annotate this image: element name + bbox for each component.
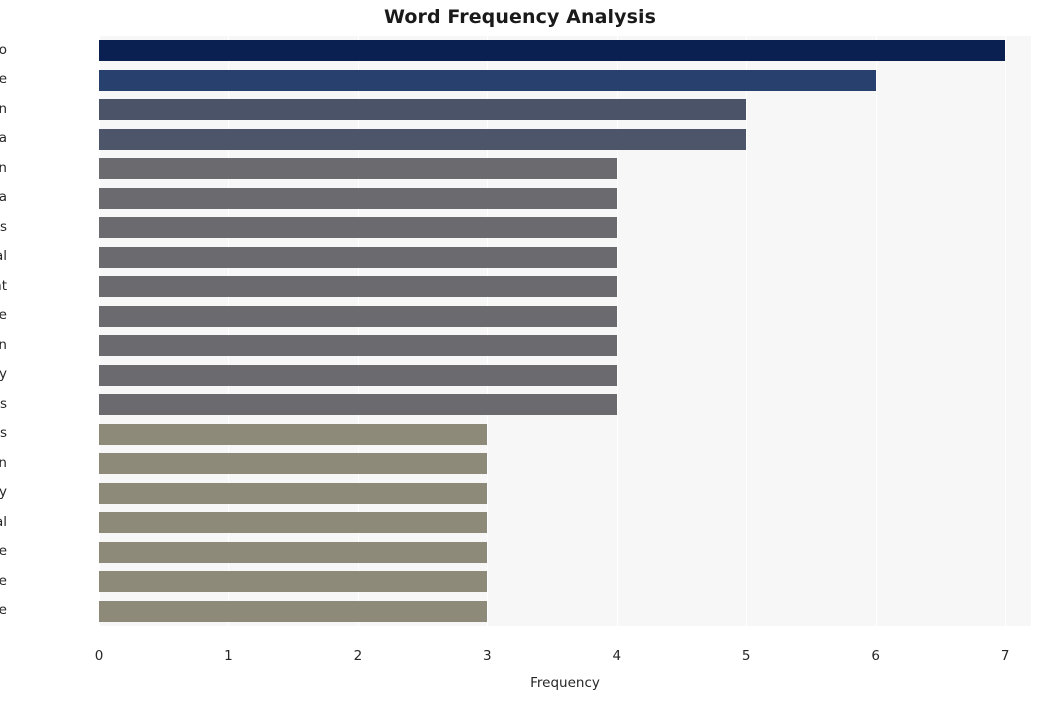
bar-visa[interactable] (99, 187, 617, 209)
x-tick-label-5: 5 (741, 648, 751, 664)
bar-row (99, 600, 1031, 622)
chart-figure: Word Frequency Analysis maduro state venez… (0, 0, 1040, 701)
bar-row (99, 512, 1031, 534)
bar-state[interactable] (99, 69, 876, 91)
gridline-x-2 (357, 36, 359, 626)
bar-row (99, 423, 1031, 445)
bar-row (99, 276, 1031, 298)
bar-venezuela[interactable] (99, 128, 747, 150)
x-tick-label-1: 1 (224, 648, 233, 664)
bar-officials[interactable] (99, 394, 617, 416)
y-tick-label-take: take (0, 307, 7, 324)
bar-maduro[interactable] (99, 40, 1006, 62)
gridline-x-7 (1005, 36, 1007, 626)
bar-row (99, 217, 1031, 239)
bar-row (99, 128, 1031, 150)
bar-people[interactable] (99, 541, 488, 563)
x-tick-label-4: 4 (612, 648, 622, 664)
bar-action[interactable] (99, 335, 617, 357)
y-tick-label-venezuelan: venezuelan (0, 100, 7, 117)
bar-row (99, 69, 1031, 91)
y-tick-label-individuals: individuals (0, 218, 7, 235)
bar-row (99, 335, 1031, 357)
gridline-x-0 (99, 36, 100, 626)
x-axis-label: Frequency (530, 675, 600, 691)
gridline-x-6 (875, 36, 877, 626)
y-tick-label-electoral: electoral (0, 248, 7, 265)
bar-presidential[interactable] (99, 512, 488, 534)
x-tick-label-3: 3 (483, 648, 492, 664)
bar-row (99, 99, 1031, 121)
y-tick-label-people: people (0, 543, 7, 560)
y-tick-label-officials: officials (0, 395, 7, 412)
plot-area (99, 36, 1031, 626)
bar-row (99, 541, 1031, 563)
gridline-x-3 (487, 36, 489, 626)
y-tick-label-include: include (0, 572, 7, 589)
y-tick-label-action: action (0, 336, 7, 353)
chart-title: Word Frequency Analysis (383, 6, 657, 28)
x-tick-label-0: 0 (94, 648, 104, 664)
bar-row (99, 158, 1031, 180)
bar-row (99, 482, 1031, 504)
bar-department[interactable] (99, 276, 617, 298)
bar-row (99, 305, 1031, 327)
y-tick-label-state: state (0, 71, 7, 88)
y-tick-label-treasury: treasury (0, 366, 7, 383)
y-tick-label-align: align (0, 454, 7, 471)
bar-row (99, 453, 1031, 475)
y-tick-label-maduro: maduro (0, 41, 7, 58)
gridline-x-4 (616, 36, 618, 626)
y-tick-label-department: department (0, 277, 7, 294)
bar-take[interactable] (99, 305, 617, 327)
x-tick-label-7: 7 (1000, 648, 1010, 664)
bar-electoral[interactable] (99, 246, 617, 268)
bar-row (99, 364, 1031, 386)
y-tick-label-undermine: undermine (0, 602, 7, 619)
bar-individuals[interactable] (99, 217, 617, 239)
bar-row (99, 394, 1031, 416)
y-tick-label-visa: visa (0, 189, 7, 206)
bar-treasury[interactable] (99, 364, 617, 386)
y-tick-label-presidential: presidential (0, 513, 7, 530)
bar-row (99, 571, 1031, 593)
bar-row (99, 40, 1031, 62)
bar-restrictions[interactable] (99, 423, 488, 445)
bar-sanction[interactable] (99, 158, 617, 180)
x-tick-label-6: 6 (871, 648, 880, 664)
bar-include[interactable] (99, 571, 488, 593)
y-tick-label-sanction: sanction (0, 159, 7, 176)
bar-today[interactable] (99, 482, 488, 504)
y-tick-label-today: today (0, 484, 7, 501)
y-tick-label-restrictions: restrictions (0, 425, 7, 442)
gridline-x-1 (228, 36, 230, 626)
y-tick-label-venezuela: venezuela (0, 130, 7, 147)
gridline-x-5 (746, 36, 748, 626)
bar-undermine[interactable] (99, 600, 488, 622)
bar-venezuelan[interactable] (99, 99, 747, 121)
bar-align[interactable] (99, 453, 488, 475)
x-tick-label-2: 2 (353, 648, 363, 664)
bar-row (99, 246, 1031, 268)
bar-row (99, 187, 1031, 209)
